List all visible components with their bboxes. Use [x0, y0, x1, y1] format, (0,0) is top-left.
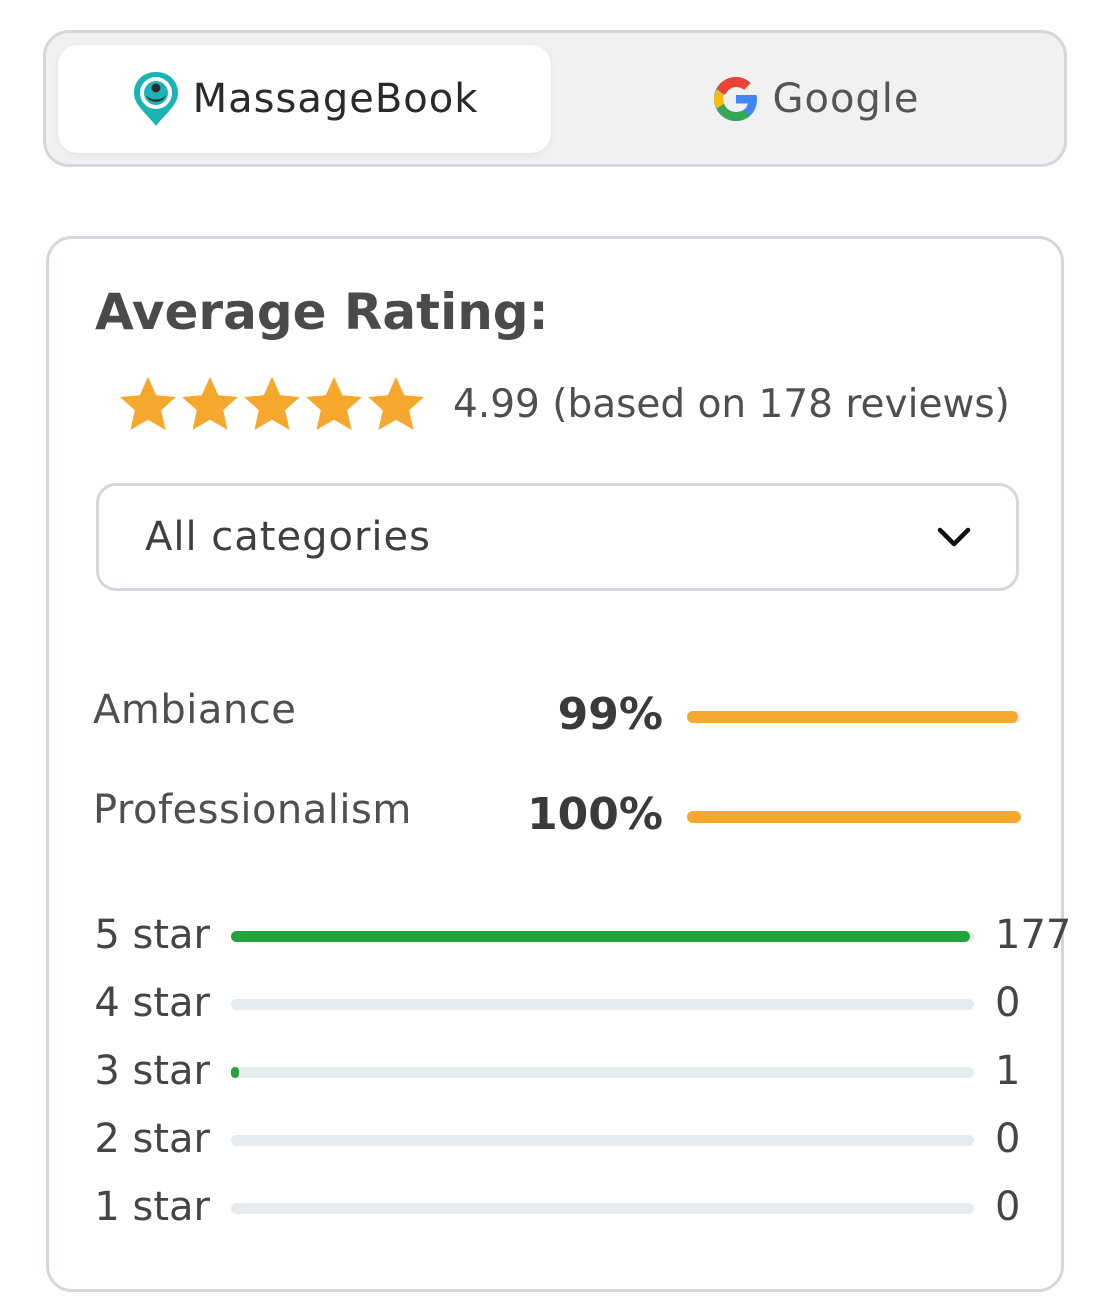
tab-google[interactable]: Google: [586, 45, 1046, 153]
category-select-value: All categories: [145, 514, 431, 560]
star-icon: [182, 376, 238, 430]
rating-card: Average Rating: 4.99 (based on 178 revie…: [46, 236, 1071, 1292]
distribution-bar: [231, 1067, 974, 1078]
distribution-bar: [231, 1203, 974, 1214]
google-g-icon: [712, 75, 760, 123]
star-rating: [117, 373, 427, 435]
massagebook-logo-icon: [131, 70, 181, 128]
distribution-row-5-star: 5 star 177: [49, 910, 1071, 960]
rating-summary: 4.99 (based on 178 reviews): [117, 373, 1010, 435]
distribution-row-2-star: 2 star 0: [49, 1114, 1067, 1164]
distribution-count: 177: [995, 912, 1072, 958]
distribution-bar-fill: [231, 931, 970, 942]
distribution-count: 1: [995, 1048, 1021, 1094]
category-label: Professionalism: [93, 787, 412, 833]
distribution-bar: [231, 931, 974, 942]
distribution-label: 2 star: [94, 1116, 210, 1162]
category-percent: 99%: [557, 689, 663, 740]
distribution-count: 0: [995, 1184, 1021, 1230]
category-row-ambiance: Ambiance 99%: [93, 687, 1023, 747]
category-bar: [687, 811, 1021, 823]
tab-massagebook[interactable]: MassageBook: [58, 45, 551, 153]
category-bar-fill: [687, 711, 1018, 723]
category-percent: 100%: [527, 789, 663, 840]
distribution-row-3-star: 3 star 1: [49, 1046, 1067, 1096]
review-source-tabs: MassageBook Google: [43, 30, 1067, 167]
rating-text: 4.99 (based on 178 reviews): [453, 381, 1010, 427]
chevron-down-icon: [937, 527, 971, 547]
distribution-bar: [231, 999, 974, 1010]
category-label: Ambiance: [93, 687, 297, 733]
distribution-label: 5 star: [94, 912, 210, 958]
category-select[interactable]: All categories: [96, 483, 1019, 591]
star-icon: [244, 376, 300, 430]
distribution-row-4-star: 4 star 0: [49, 978, 1067, 1028]
tab-massagebook-label: MassageBook: [192, 76, 479, 122]
distribution-label: 4 star: [94, 980, 210, 1026]
distribution-label: 1 star: [94, 1184, 210, 1230]
average-rating-title: Average Rating:: [95, 283, 549, 341]
distribution-count: 0: [995, 1116, 1021, 1162]
category-bar: [687, 711, 1021, 723]
distribution-bar: [231, 1135, 974, 1146]
distribution-row-1-star: 1 star 0: [49, 1182, 1067, 1232]
distribution-label: 3 star: [94, 1048, 210, 1094]
category-row-professionalism: Professionalism 100%: [93, 787, 1023, 847]
distribution-bar-fill: [231, 1067, 239, 1078]
star-icon: [120, 376, 176, 430]
star-icon: [368, 376, 424, 430]
category-bar-fill: [687, 811, 1021, 823]
star-icon: [306, 376, 362, 430]
tab-google-label: Google: [772, 76, 920, 122]
distribution-count: 0: [995, 980, 1021, 1026]
